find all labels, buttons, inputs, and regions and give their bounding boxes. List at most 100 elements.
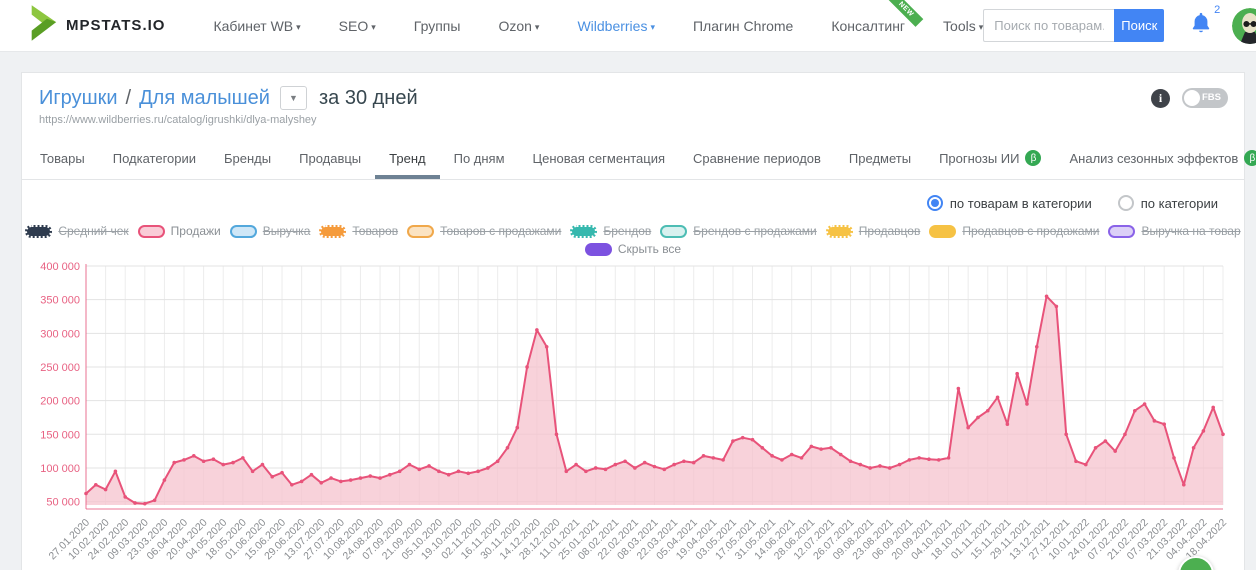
tab-сравнение-периодов[interactable]: Сравнение периодов <box>679 138 835 179</box>
data-point-marker <box>976 416 980 420</box>
data-point-marker <box>623 459 627 463</box>
nav-item-консалтинг[interactable]: КонсалтингNEW <box>831 18 905 34</box>
info-icon[interactable]: i <box>1151 89 1170 108</box>
tab-анализ-сезонных-эффектов[interactable]: Анализ сезонных эффектовβ <box>1055 138 1256 179</box>
legend-item-6[interactable]: Брендов <box>570 224 651 238</box>
legend-item-11[interactable]: Скрыть все <box>585 242 681 256</box>
data-point-marker <box>1035 345 1039 349</box>
data-point-marker <box>182 458 186 462</box>
tab-label: Сравнение периодов <box>693 151 821 166</box>
radio-по-категории[interactable]: по категории <box>1118 195 1218 211</box>
radio-label: по товарам в категории <box>950 196 1092 211</box>
tab-предметы[interactable]: Предметы <box>835 138 925 179</box>
data-point-marker <box>741 436 745 440</box>
legend-item-3[interactable]: Выручка <box>230 224 311 238</box>
new-ribbon-badge: NEW <box>889 0 924 26</box>
category-url: https://www.wildberries.ru/catalog/igrus… <box>22 110 1244 126</box>
tab-тренд[interactable]: Тренд <box>375 138 439 179</box>
tab-товары[interactable]: Товары <box>26 138 99 179</box>
data-point-marker <box>133 501 137 505</box>
data-point-marker <box>339 480 343 484</box>
nav-item-группы[interactable]: Группы <box>414 18 461 34</box>
radio-label: по категории <box>1141 196 1218 211</box>
data-point-marker <box>868 466 872 470</box>
y-axis-tick-label: 150 000 <box>40 429 80 441</box>
data-point-marker <box>859 463 863 467</box>
search-input[interactable] <box>983 9 1114 42</box>
legend-item-9[interactable]: Продавцов с продажами <box>929 224 1099 238</box>
data-point-marker <box>937 458 941 462</box>
nav-item-кабинет-wb[interactable]: Кабинет WB▾ <box>213 18 300 34</box>
fbs-toggle[interactable]: FBS <box>1182 88 1228 108</box>
legend-swatch-icon <box>585 243 612 256</box>
app-header: MPSTATS.IO Кабинет WB▾ SEO▾ Группы Ozon▾ Wil… <box>0 0 1256 52</box>
data-point-marker <box>898 463 902 467</box>
data-point-marker <box>1221 433 1225 437</box>
tab-label: Предметы <box>849 151 911 166</box>
data-point-marker <box>643 461 647 465</box>
legend-label: Брендов <box>603 224 651 238</box>
legend-item-1[interactable]: Средний чек <box>25 224 128 238</box>
data-point-marker <box>839 453 843 457</box>
tab-label: По дням <box>454 151 505 166</box>
tab-по-дням[interactable]: По дням <box>440 138 519 179</box>
data-point-marker <box>457 470 461 474</box>
legend-item-8[interactable]: Продавцов <box>826 224 921 238</box>
data-point-marker <box>594 466 598 470</box>
data-point-marker <box>378 476 382 480</box>
content-card: Игрушки / Для малышей ▼ за 30 дней i FBS… <box>21 72 1245 570</box>
nav-item-tools[interactable]: Tools▾ <box>943 18 983 34</box>
nav-item-ozon[interactable]: Ozon▾ <box>498 18 539 34</box>
data-point-marker <box>486 466 490 470</box>
caret-down-icon: ▾ <box>650 22 655 32</box>
data-point-marker <box>192 454 196 458</box>
breadcrumb: Игрушки / Для малышей ▼ за 30 дней i FBS <box>22 73 1244 110</box>
legend-swatch-icon <box>319 225 346 238</box>
radio-icon <box>1118 195 1134 211</box>
user-avatar[interactable] <box>1232 8 1256 44</box>
data-point-marker <box>927 457 931 461</box>
data-point-marker <box>564 470 568 474</box>
legend-label: Выручка <box>263 224 311 238</box>
tab-ценовая-сегментация[interactable]: Ценовая сегментация <box>519 138 680 179</box>
legend-item-2[interactable]: Продажи <box>138 224 221 238</box>
data-point-marker <box>1015 372 1019 376</box>
data-point-marker <box>398 470 402 474</box>
legend-item-10[interactable]: Выручка на товар <box>1108 224 1240 238</box>
legend-item-4[interactable]: Товаров <box>319 224 398 238</box>
data-point-marker <box>1025 402 1029 406</box>
data-point-marker <box>515 426 519 430</box>
search-box: Поиск <box>983 9 1164 42</box>
data-point-marker <box>888 466 892 470</box>
data-point-marker <box>1143 402 1147 406</box>
nav-item-seo[interactable]: SEO▾ <box>339 18 376 34</box>
trend-chart[interactable]: 50 000100 000150 000200 000250 000300 00… <box>22 258 1244 568</box>
category-dropdown-button[interactable]: ▼ <box>280 86 307 110</box>
mpstats-logo[interactable]: MPSTATS.IO <box>30 5 165 46</box>
search-button[interactable]: Поиск <box>1114 9 1164 42</box>
breadcrumb-link-igrushki[interactable]: Игрушки <box>39 87 118 110</box>
tab-продавцы[interactable]: Продавцы <box>285 138 375 179</box>
breadcrumb-separator: / <box>126 87 132 110</box>
legend-item-7[interactable]: Брендов с продажами <box>660 224 816 238</box>
breadcrumb-link-dlya-malyshey[interactable]: Для малышей <box>139 87 270 110</box>
bell-icon <box>1190 22 1212 39</box>
main-nav: Кабинет WB▾ SEO▾ Группы Ozon▾ Wildberries▾ Пл… <box>213 18 983 34</box>
caret-down-icon: ▾ <box>979 22 984 32</box>
data-point-marker <box>1192 446 1196 450</box>
data-point-marker <box>525 365 529 369</box>
legend-item-5[interactable]: Товаров с продажами <box>407 224 561 238</box>
nav-item-плагин-chrome[interactable]: Плагин Chrome <box>693 18 793 34</box>
notifications-button[interactable]: 2 <box>1190 11 1216 40</box>
data-point-marker <box>172 461 176 465</box>
tab-подкатегории[interactable]: Подкатегории <box>99 138 210 179</box>
radio-по-товарам-в-категории[interactable]: по товарам в категории <box>927 195 1092 211</box>
caret-down-icon: ▾ <box>371 22 376 32</box>
data-point-marker <box>408 463 412 467</box>
nav-item-wildberries[interactable]: Wildberries▾ <box>577 18 655 34</box>
data-point-marker <box>114 470 118 474</box>
tab-бренды[interactable]: Бренды <box>210 138 285 179</box>
tab-прогнозы-ии[interactable]: Прогнозы ИИβ <box>925 138 1055 179</box>
caret-down-icon: ▾ <box>296 22 301 32</box>
data-point-marker <box>359 476 363 480</box>
